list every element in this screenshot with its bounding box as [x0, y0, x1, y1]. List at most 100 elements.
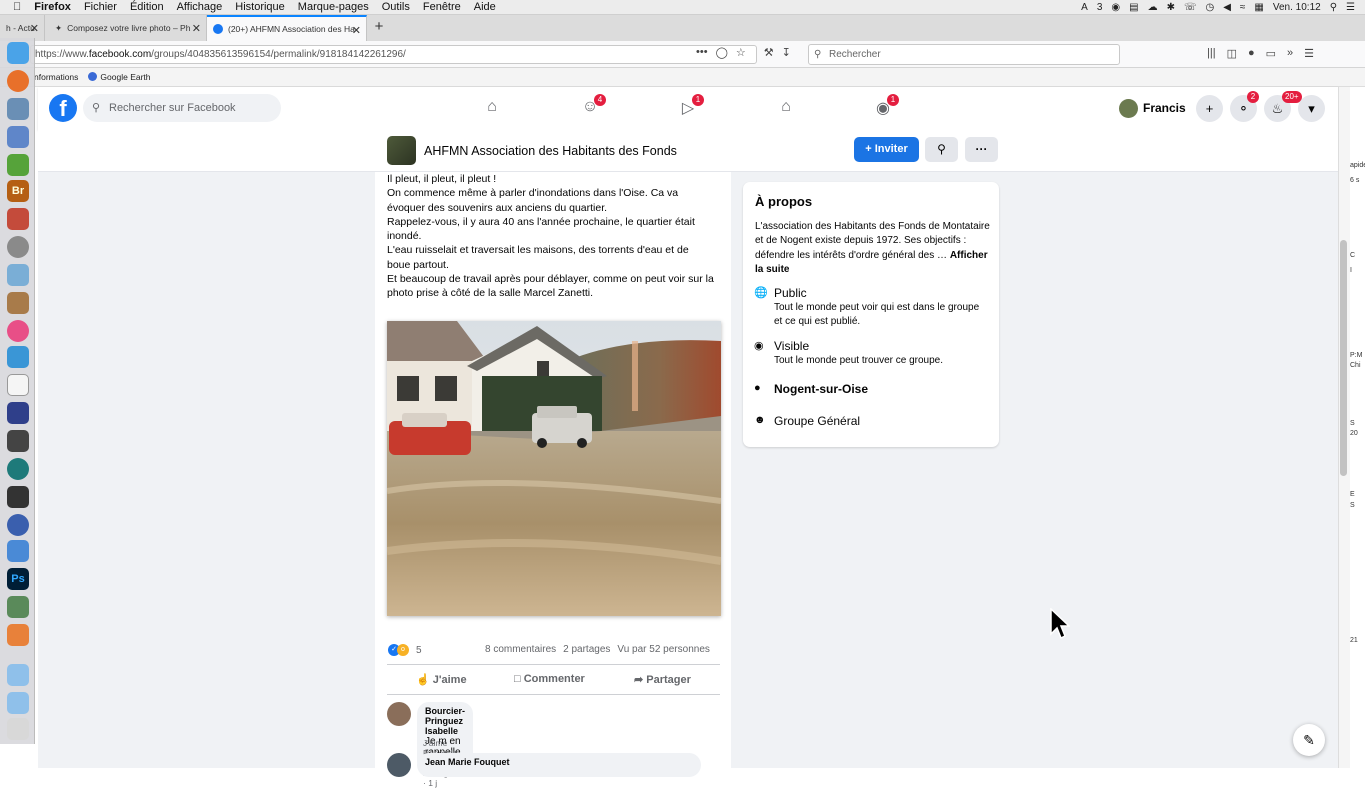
create-button[interactable]: +: [1196, 95, 1223, 122]
status-doc-icon[interactable]: ▤: [1129, 2, 1138, 13]
download-icon[interactable]: ↧: [782, 46, 791, 59]
spotlight-icon[interactable]: ⚲: [1330, 2, 1337, 13]
comments-count[interactable]: 8 commentaires: [485, 644, 556, 655]
divider: [387, 664, 720, 665]
strip-text: 20: [1350, 430, 1358, 437]
preview-icon[interactable]: [7, 98, 29, 120]
account-menu-chevron-icon[interactable]: ▾: [1298, 95, 1325, 122]
facebook-logo[interactable]: f: [49, 94, 77, 122]
bridge-icon[interactable]: Br: [7, 180, 29, 202]
comment-avatar[interactable]: [387, 753, 411, 777]
browser-search-field[interactable]: ⚲ Rechercher: [808, 44, 1120, 65]
app-icon[interactable]: [7, 430, 29, 452]
close-tab-icon[interactable]: ✕: [30, 22, 39, 35]
photo-app-icon[interactable]: [7, 208, 29, 230]
status-keyboard-icon[interactable]: ▦: [1254, 2, 1263, 13]
applications-folder-icon[interactable]: [7, 664, 29, 686]
new-tab-button[interactable]: +: [367, 15, 391, 41]
post-photo[interactable]: [387, 321, 721, 616]
group-more-button[interactable]: ···: [965, 137, 998, 162]
new-message-button[interactable]: ✎: [1293, 724, 1325, 756]
post-line: boue partout.: [387, 258, 449, 271]
screenshot-icon[interactable]: ▭: [1266, 47, 1276, 60]
status-clock-icon[interactable]: ◷: [1205, 2, 1214, 13]
close-tab-icon[interactable]: ✕: [352, 24, 361, 37]
reactions-summary[interactable]: ✓ o 5: [388, 644, 422, 656]
url-bar[interactable]: https://www.facebook.com/groups/40483561…: [30, 45, 757, 64]
menu-affichage[interactable]: Affichage: [177, 1, 223, 13]
tab-ahfmn[interactable]: (20+) AHFMN Association des Ha ✕: [207, 15, 367, 41]
launchpad-icon[interactable]: [7, 236, 29, 258]
app-icon[interactable]: [7, 292, 29, 314]
group-search-button[interactable]: ⚲: [925, 137, 958, 162]
close-tab-icon[interactable]: ✕: [192, 22, 201, 35]
like-button[interactable]: ☝ J'aime: [416, 673, 467, 686]
comment-button[interactable]: □ Commenter: [514, 673, 585, 685]
menu-outils[interactable]: Outils: [382, 1, 410, 13]
status-bluetooth-icon[interactable]: ✱: [1167, 2, 1175, 13]
time-machine-icon[interactable]: [7, 458, 29, 480]
menu-edition[interactable]: Édition: [130, 1, 164, 13]
comment-author[interactable]: Jean Marie Fouquet: [425, 757, 693, 767]
app-menu-firefox[interactable]: Firefox: [34, 1, 71, 13]
tab-livre-photo[interactable]: ✦ Composez votre livre photo – Ph ✕: [45, 15, 207, 41]
page-actions-icon[interactable]: •••: [696, 46, 708, 59]
hamburger-menu-icon[interactable]: ☰: [1304, 47, 1314, 60]
tools-wrench-icon[interactable]: ⚒: [764, 46, 774, 59]
home-icon[interactable]: ⌂: [481, 98, 503, 118]
bookmark-informations[interactable]: nformations: [34, 72, 78, 82]
pocket-icon[interactable]: ◯: [716, 46, 728, 59]
menu-aide[interactable]: Aide: [474, 1, 496, 13]
app-icon[interactable]: [7, 624, 29, 646]
bookmark-star-icon[interactable]: ☆: [736, 46, 746, 59]
app-icon[interactable]: [7, 514, 29, 536]
menu-marque-pages[interactable]: Marque-pages: [298, 1, 369, 13]
overflow-chevron-icon[interactable]: »: [1287, 47, 1293, 60]
firefox-icon[interactable]: [7, 70, 29, 92]
finder-icon[interactable]: [7, 42, 29, 64]
invite-button[interactable]: + Inviter: [854, 137, 919, 162]
app-icon[interactable]: [7, 264, 29, 286]
scrollbar-thumb[interactable]: [1340, 240, 1347, 476]
apple-menu-icon[interactable]: : [13, 1, 21, 13]
app-icon[interactable]: [7, 154, 29, 176]
downloads-folder-icon[interactable]: [7, 692, 29, 714]
status-cloud-icon[interactable]: ☁: [1148, 2, 1158, 13]
profile-avatar[interactable]: [1119, 99, 1138, 118]
comment-author[interactable]: Bourcier-Pringuez Isabelle: [425, 706, 465, 736]
status-globe-icon[interactable]: ◉: [1111, 2, 1120, 13]
control-center-icon[interactable]: ☰: [1346, 2, 1355, 13]
share-button[interactable]: ➦ Partager: [634, 673, 691, 686]
menu-fenetre[interactable]: Fenêtre: [423, 1, 461, 13]
shares-count[interactable]: 2 partages: [563, 644, 610, 655]
library-icon[interactable]: |||: [1207, 47, 1216, 60]
bookmark-google-earth[interactable]: Google Earth: [88, 72, 151, 82]
calendar-icon[interactable]: [7, 374, 29, 396]
status-wifi-icon[interactable]: ≈: [1240, 2, 1246, 13]
account-icon[interactable]: ●: [1248, 47, 1255, 60]
status-phone-icon[interactable]: ☏: [1184, 2, 1197, 13]
marketplace-icon[interactable]: ⌂: [775, 98, 797, 118]
sidebar-icon[interactable]: ◫: [1227, 47, 1237, 60]
status-volume-icon[interactable]: ◀: [1223, 2, 1231, 13]
views-count[interactable]: Vu par 52 personnes: [617, 644, 709, 655]
profile-name[interactable]: Francis: [1143, 101, 1186, 115]
app-icon[interactable]: [7, 540, 29, 562]
comment-avatar[interactable]: [387, 702, 411, 726]
location-name[interactable]: Nogent-sur-Oise: [774, 382, 868, 396]
music-icon[interactable]: [7, 320, 29, 342]
app-icon[interactable]: [7, 346, 29, 368]
group-name[interactable]: AHFMN Association des Habitants des Fond…: [424, 144, 677, 158]
trash-icon[interactable]: [7, 718, 29, 740]
camera-icon[interactable]: [7, 486, 29, 508]
facebook-search-input[interactable]: ⚲ Rechercher sur Facebook: [83, 94, 281, 122]
group-thumbnail[interactable]: [387, 136, 416, 165]
menu-historique[interactable]: Historique: [235, 1, 285, 13]
mail-icon[interactable]: [7, 126, 29, 148]
menubar-clock[interactable]: Ven. 10:12: [1273, 2, 1321, 13]
menu-fichier[interactable]: Fichier: [84, 1, 117, 13]
audio-app-icon[interactable]: [7, 402, 29, 424]
photoshop-icon[interactable]: Ps: [7, 568, 29, 590]
app-icon[interactable]: [7, 596, 29, 618]
status-icon-a[interactable]: A: [1081, 2, 1088, 13]
